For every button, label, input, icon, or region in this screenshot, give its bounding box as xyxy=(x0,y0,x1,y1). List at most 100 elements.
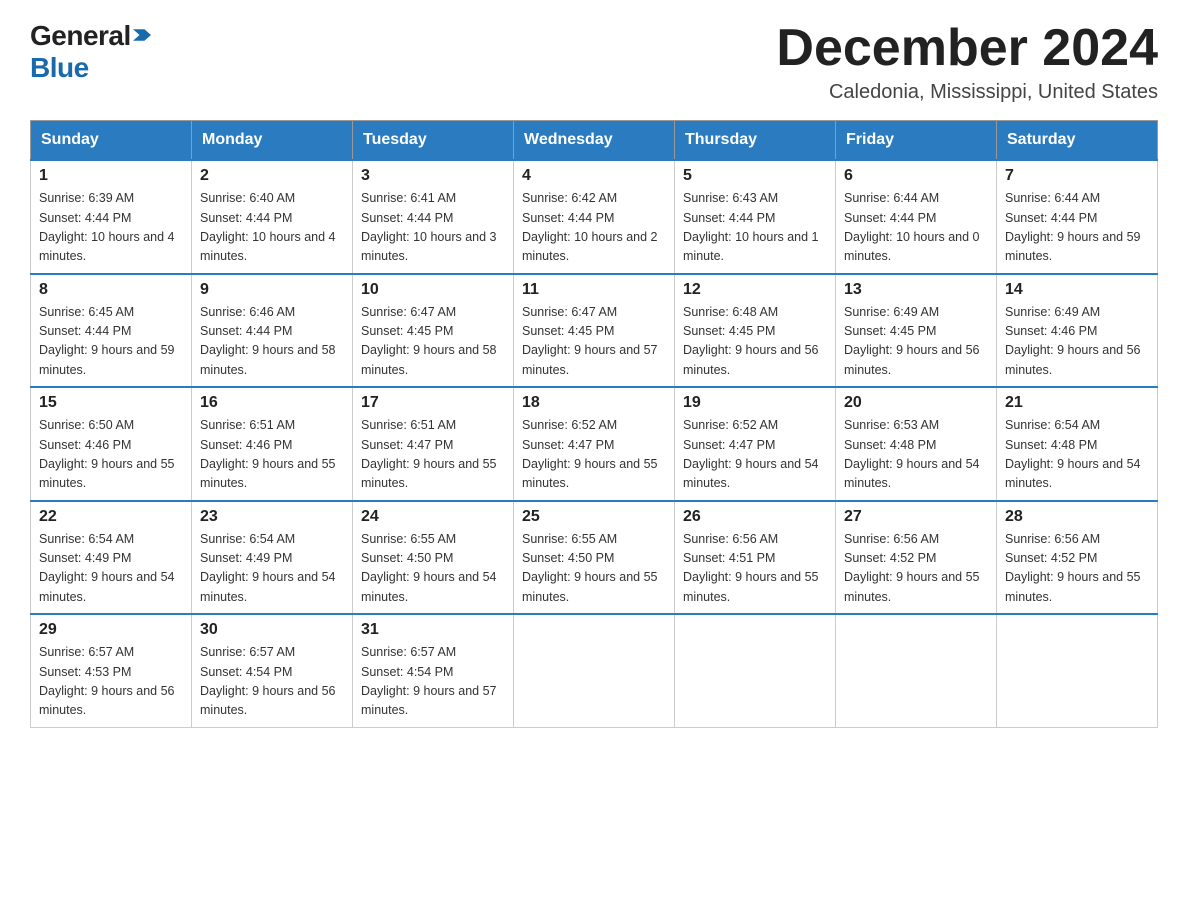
day-info: Sunrise: 6:54 AMSunset: 4:48 PMDaylight:… xyxy=(1005,416,1149,494)
calendar-cell: 6 Sunrise: 6:44 AMSunset: 4:44 PMDaylight… xyxy=(836,160,997,274)
day-number: 2 xyxy=(200,167,344,185)
calendar-cell: 19 Sunrise: 6:52 AMSunset: 4:47 PMDayligh… xyxy=(675,387,836,501)
calendar-cell xyxy=(675,614,836,727)
day-number: 24 xyxy=(361,508,505,526)
day-number: 12 xyxy=(683,281,827,299)
day-info: Sunrise: 6:56 AMSunset: 4:52 PMDaylight:… xyxy=(844,530,988,608)
day-number: 31 xyxy=(361,621,505,639)
day-info: Sunrise: 6:55 AMSunset: 4:50 PMDaylight:… xyxy=(522,530,666,608)
day-number: 13 xyxy=(844,281,988,299)
day-number: 27 xyxy=(844,508,988,526)
calendar-cell: 17 Sunrise: 6:51 AMSunset: 4:47 PMDayligh… xyxy=(353,387,514,501)
day-number: 30 xyxy=(200,621,344,639)
calendar-table: SundayMondayTuesdayWednesdayThursdayFrid… xyxy=(30,120,1158,728)
day-number: 16 xyxy=(200,394,344,412)
day-number: 23 xyxy=(200,508,344,526)
calendar-cell xyxy=(836,614,997,727)
day-info: Sunrise: 6:48 AMSunset: 4:45 PMDaylight:… xyxy=(683,303,827,381)
day-number: 29 xyxy=(39,621,183,639)
day-info: Sunrise: 6:49 AMSunset: 4:46 PMDaylight:… xyxy=(1005,303,1149,381)
day-info: Sunrise: 6:39 AMSunset: 4:44 PMDaylight:… xyxy=(39,189,183,267)
calendar-cell: 22 Sunrise: 6:54 AMSunset: 4:49 PMDayligh… xyxy=(31,501,192,615)
calendar-cell: 3 Sunrise: 6:41 AMSunset: 4:44 PMDaylight… xyxy=(353,160,514,274)
day-number: 6 xyxy=(844,167,988,185)
day-info: Sunrise: 6:47 AMSunset: 4:45 PMDaylight:… xyxy=(361,303,505,381)
day-number: 5 xyxy=(683,167,827,185)
day-info: Sunrise: 6:51 AMSunset: 4:47 PMDaylight:… xyxy=(361,416,505,494)
logo-arrow-icon xyxy=(133,28,151,42)
day-info: Sunrise: 6:44 AMSunset: 4:44 PMDaylight:… xyxy=(1005,189,1149,267)
day-number: 26 xyxy=(683,508,827,526)
weekday-header-wednesday: Wednesday xyxy=(514,121,675,161)
day-info: Sunrise: 6:49 AMSunset: 4:45 PMDaylight:… xyxy=(844,303,988,381)
day-info: Sunrise: 6:51 AMSunset: 4:46 PMDaylight:… xyxy=(200,416,344,494)
day-number: 22 xyxy=(39,508,183,526)
day-number: 1 xyxy=(39,167,183,185)
weekday-header-thursday: Thursday xyxy=(675,121,836,161)
calendar-cell: 24 Sunrise: 6:55 AMSunset: 4:50 PMDayligh… xyxy=(353,501,514,615)
day-number: 8 xyxy=(39,281,183,299)
calendar-cell: 29 Sunrise: 6:57 AMSunset: 4:53 PMDayligh… xyxy=(31,614,192,727)
day-info: Sunrise: 6:57 AMSunset: 4:53 PMDaylight:… xyxy=(39,643,183,721)
title-area: December 2024 Caledonia, Mississippi, Un… xyxy=(776,20,1158,104)
day-number: 4 xyxy=(522,167,666,185)
day-number: 19 xyxy=(683,394,827,412)
day-info: Sunrise: 6:56 AMSunset: 4:51 PMDaylight:… xyxy=(683,530,827,608)
calendar-cell: 26 Sunrise: 6:56 AMSunset: 4:51 PMDayligh… xyxy=(675,501,836,615)
calendar-cell: 11Sunrise: 6:47 AMSunset: 4:45 PMDayligh… xyxy=(514,274,675,388)
calendar-cell: 13 Sunrise: 6:49 AMSunset: 4:45 PMDayligh… xyxy=(836,274,997,388)
calendar-cell: 31Sunrise: 6:57 AMSunset: 4:54 PMDayligh… xyxy=(353,614,514,727)
calendar-cell: 9Sunrise: 6:46 AMSunset: 4:44 PMDaylight… xyxy=(192,274,353,388)
logo-blue-text: Blue xyxy=(30,52,89,84)
calendar-cell: 7 Sunrise: 6:44 AMSunset: 4:44 PMDaylight… xyxy=(997,160,1158,274)
calendar-cell: 20Sunrise: 6:53 AMSunset: 4:48 PMDayligh… xyxy=(836,387,997,501)
week-row-3: 15Sunrise: 6:50 AMSunset: 4:46 PMDayligh… xyxy=(31,387,1158,501)
day-info: Sunrise: 6:56 AMSunset: 4:52 PMDaylight:… xyxy=(1005,530,1149,608)
day-number: 15 xyxy=(39,394,183,412)
day-info: Sunrise: 6:45 AMSunset: 4:44 PMDaylight:… xyxy=(39,303,183,381)
day-info: Sunrise: 6:54 AMSunset: 4:49 PMDaylight:… xyxy=(39,530,183,608)
day-number: 3 xyxy=(361,167,505,185)
calendar-cell: 10 Sunrise: 6:47 AMSunset: 4:45 PMDayligh… xyxy=(353,274,514,388)
week-row-2: 8 Sunrise: 6:45 AMSunset: 4:44 PMDaylight… xyxy=(31,274,1158,388)
calendar-cell: 28 Sunrise: 6:56 AMSunset: 4:52 PMDayligh… xyxy=(997,501,1158,615)
day-number: 17 xyxy=(361,394,505,412)
calendar-cell: 14 Sunrise: 6:49 AMSunset: 4:46 PMDayligh… xyxy=(997,274,1158,388)
day-info: Sunrise: 6:52 AMSunset: 4:47 PMDaylight:… xyxy=(522,416,666,494)
day-number: 25 xyxy=(522,508,666,526)
location-subtitle: Caledonia, Mississippi, United States xyxy=(776,81,1158,104)
logo-general-text: General xyxy=(30,20,131,52)
calendar-cell: 25 Sunrise: 6:55 AMSunset: 4:50 PMDayligh… xyxy=(514,501,675,615)
calendar-cell: 16 Sunrise: 6:51 AMSunset: 4:46 PMDayligh… xyxy=(192,387,353,501)
page-header: General Blue December 2024 Caledonia, Mi… xyxy=(30,20,1158,104)
weekday-header-friday: Friday xyxy=(836,121,997,161)
weekday-header-monday: Monday xyxy=(192,121,353,161)
day-info: Sunrise: 6:52 AMSunset: 4:47 PMDaylight:… xyxy=(683,416,827,494)
day-number: 10 xyxy=(361,281,505,299)
calendar-cell xyxy=(997,614,1158,727)
day-info: Sunrise: 6:41 AMSunset: 4:44 PMDaylight:… xyxy=(361,189,505,267)
day-number: 14 xyxy=(1005,281,1149,299)
calendar-cell: 8 Sunrise: 6:45 AMSunset: 4:44 PMDaylight… xyxy=(31,274,192,388)
calendar-cell xyxy=(514,614,675,727)
calendar-cell: 30 Sunrise: 6:57 AMSunset: 4:54 PMDayligh… xyxy=(192,614,353,727)
day-number: 7 xyxy=(1005,167,1149,185)
week-row-5: 29 Sunrise: 6:57 AMSunset: 4:53 PMDayligh… xyxy=(31,614,1158,727)
day-info: Sunrise: 6:43 AMSunset: 4:44 PMDaylight:… xyxy=(683,189,827,267)
day-number: 11 xyxy=(522,281,666,299)
month-title: December 2024 xyxy=(776,20,1158,77)
day-number: 28 xyxy=(1005,508,1149,526)
weekday-header-row: SundayMondayTuesdayWednesdayThursdayFrid… xyxy=(31,121,1158,161)
logo: General Blue xyxy=(30,20,151,84)
weekday-header-tuesday: Tuesday xyxy=(353,121,514,161)
day-info: Sunrise: 6:55 AMSunset: 4:50 PMDaylight:… xyxy=(361,530,505,608)
day-info: Sunrise: 6:44 AMSunset: 4:44 PMDaylight:… xyxy=(844,189,988,267)
calendar-cell: 1 Sunrise: 6:39 AMSunset: 4:44 PMDaylight… xyxy=(31,160,192,274)
day-number: 21 xyxy=(1005,394,1149,412)
week-row-4: 22 Sunrise: 6:54 AMSunset: 4:49 PMDayligh… xyxy=(31,501,1158,615)
calendar-cell: 23Sunrise: 6:54 AMSunset: 4:49 PMDayligh… xyxy=(192,501,353,615)
calendar-cell: 12 Sunrise: 6:48 AMSunset: 4:45 PMDayligh… xyxy=(675,274,836,388)
day-info: Sunrise: 6:42 AMSunset: 4:44 PMDaylight:… xyxy=(522,189,666,267)
day-info: Sunrise: 6:57 AMSunset: 4:54 PMDaylight:… xyxy=(200,643,344,721)
weekday-header-saturday: Saturday xyxy=(997,121,1158,161)
